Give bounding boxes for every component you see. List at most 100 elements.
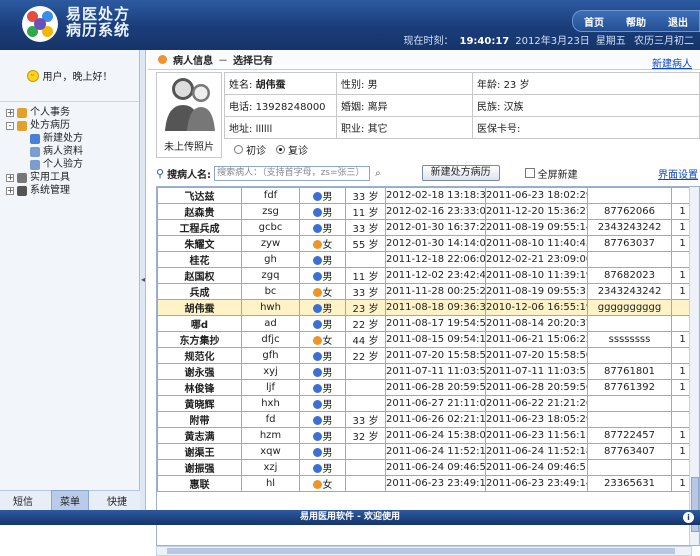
sidebar-tab[interactable]: 菜单 <box>51 490 89 511</box>
sex-text: 男 <box>322 320 333 331</box>
ui-settings-link[interactable]: 界面设置 <box>658 166 700 181</box>
splitter[interactable]: ◂ <box>140 50 146 510</box>
phone-cell: ssssssss <box>587 331 672 348</box>
hscroll-thumb[interactable] <box>167 548 675 554</box>
table-row[interactable]: 兵成 bc 女 33 岁 2011-11-28 00:25:23 2011-08-19 0… <box>157 283 694 300</box>
first-visit-radio[interactable]: 初诊 <box>234 142 266 157</box>
sidebar-item[interactable]: 新建处方 <box>6 132 139 145</box>
table-row[interactable]: 桂花 gh 男 2011-12-18 22:06:03 2012-02-21 23:09… <box>157 251 694 268</box>
table-row[interactable]: 赵森贵 zsg 男 11 岁 2012-02-16 23:33:08 2011-12-20… <box>157 203 694 220</box>
age-cell: 33 岁 <box>345 283 386 300</box>
sex-cell: 女 <box>299 331 346 348</box>
patient-sex: 男 <box>367 80 378 91</box>
table-row[interactable]: 规范化 gfh 男 22 岁 2011-07-20 15:58:50 2011-07-20… <box>157 347 694 364</box>
sex-text: 男 <box>322 352 333 363</box>
collapse-arrow-icon[interactable]: ◂ <box>140 275 146 287</box>
table-row[interactable]: 哪d ad 男 22 岁 2011-08-17 19:54:52 2011-08-14 2… <box>157 315 694 332</box>
sidebar-item[interactable]: - 处方病历 <box>6 119 139 132</box>
expand-icon[interactable]: + <box>6 186 14 195</box>
table-row[interactable]: 惠联 hl 女 2011-06-23 23:49:14 2011-06-23 23:49… <box>157 475 694 492</box>
patient-phone: 13928248000 <box>255 102 326 113</box>
table-row[interactable]: 工程兵成 gcbc 男 33 岁 2012-01-30 16:37:28 2011-08-… <box>157 219 694 236</box>
patient-photo[interactable]: 未上传照片 <box>156 72 222 158</box>
tools-icon <box>17 172 27 183</box>
search-icon[interactable]: ⌕ <box>375 168 381 179</box>
phone-cell <box>587 411 672 428</box>
sidebar-item[interactable]: + 个人事务 <box>6 106 139 119</box>
panel-title: 病人信息 <box>173 56 213 67</box>
fullscreen-label: 全屏新建 <box>537 169 578 181</box>
sex-text: 女 <box>322 336 333 347</box>
sidebar-tab[interactable]: 短信 <box>5 491 41 510</box>
clock-label: 现在时刻： <box>403 36 454 47</box>
male-user-icon <box>312 384 322 393</box>
sex-cell: 男 <box>299 187 346 204</box>
table-row[interactable]: 附带 fd 男 33 岁 2011-06-26 02:21:19 2011-06-23 1… <box>157 411 694 428</box>
pinyin-code-cell: hl <box>241 475 300 492</box>
table-row[interactable]: 东方集抄 dfjc 女 44 岁 2011-08-15 09:54:18 2011-06-… <box>157 331 694 348</box>
patient-name-cell: 东方集抄 <box>157 331 242 348</box>
sidebar-tab[interactable]: 快捷 <box>99 491 135 510</box>
patient-name-cell: 规范化 <box>157 347 242 364</box>
sex-cell: 男 <box>299 299 346 316</box>
table-row[interactable]: 谢永强 xyj 男 2011-07-11 11:03:51 2011-07-11 11:… <box>157 363 694 380</box>
footer: 易用医用软件 - 欢迎使用 i <box>0 510 700 525</box>
updated-time-cell: 2011-06-23 18:05:29 <box>485 411 588 428</box>
search-label: 搜病人名: <box>167 169 212 181</box>
info-icon[interactable]: i <box>683 512 694 523</box>
sidebar-item[interactable]: + 系统管理 <box>6 184 139 197</box>
age-cell <box>345 475 386 492</box>
logout-link[interactable]: 退出 <box>668 14 688 29</box>
patient-name-cell: 桂花 <box>157 251 242 268</box>
sex-cell: 男 <box>299 395 346 412</box>
expand-icon[interactable]: + <box>6 108 14 117</box>
table-row[interactable]: 谢渠王 xqw 男 2011-06-24 11:52:18 2011-06-24 11:… <box>157 443 694 460</box>
clock-bar: 现在时刻： 19:40:17 2012年3月23日 星期五 农历三月初二 <box>0 33 700 50</box>
sex-cell: 男 <box>299 379 346 396</box>
visit-type: 初诊 复诊 <box>234 142 308 157</box>
table-row[interactable]: 林俊锋 ljf 男 2011-06-28 20:59:56 2011-06-28 20:… <box>157 379 694 396</box>
help-link[interactable]: 帮助 <box>626 14 646 29</box>
patient-info: 未上传照片 姓名: 胡伟蚕 性别: 男 年龄: 23 岁 电话: 1392824… <box>156 72 700 158</box>
table-row[interactable]: 黄志满 hzm 男 32 岁 2011-06-24 15:38:07 2011-06-23… <box>157 427 694 444</box>
phone-cell <box>587 251 672 268</box>
age-cell: 32 岁 <box>345 427 386 444</box>
female-user-icon <box>312 240 322 249</box>
nation-label: 民族: <box>477 102 501 113</box>
search-input[interactable]: 搜索病人：（支持首字母，zs=张三） <box>214 165 371 181</box>
table-row[interactable]: 谢振强 xzj 男 2011-06-24 09:46:51 2011-06-24 09:… <box>157 459 694 476</box>
sidebar-item[interactable]: 病人资料 <box>6 145 139 158</box>
male-user-icon <box>312 208 322 217</box>
pinyin-code-cell: xzj <box>241 459 300 476</box>
phone-cell: 87763037 <box>587 235 672 252</box>
patient-name: 胡伟蚕 <box>255 80 286 91</box>
new-prescription-button[interactable]: 新建处方病历 <box>421 165 500 181</box>
pinyin-code-cell: hzm <box>241 427 300 444</box>
expand-icon[interactable]: + <box>6 173 14 182</box>
horizontal-scrollbar[interactable] <box>156 546 692 556</box>
sex-cell: 男 <box>299 347 346 364</box>
table-row[interactable]: 赵国权 zgq 男 11 岁 2011-12-02 23:42:47 2011-08-10… <box>157 267 694 284</box>
vertical-scrollbar[interactable] <box>689 187 699 545</box>
phone-cell: 2343243242 <box>587 283 672 300</box>
pinyin-code-cell: zsg <box>241 203 300 220</box>
created-time-cell: 2011-06-24 11:52:18 <box>385 443 486 460</box>
return-visit-radio[interactable]: 复诊 <box>276 142 308 157</box>
table-row[interactable]: 黄晓辉 hxh 男 2011-06-27 21:11:06 2011-06-22 21:… <box>157 395 694 412</box>
age-cell: 22 岁 <box>345 315 386 332</box>
created-time-cell: 2012-02-16 23:33:08 <box>385 203 486 220</box>
home-link[interactable]: 首页 <box>584 14 604 29</box>
table-row[interactable]: 朱耀文 zyw 女 55 岁 2012-01-30 14:14:09 2011-08-10… <box>157 235 694 252</box>
patient-name-cell: 飞达兹 <box>157 187 242 204</box>
sidebar-item[interactable]: 个人验方 <box>6 158 139 171</box>
table-row[interactable]: 胡伟蚕 hwh 男 23 岁 2011-08-18 09:36:32 2010-12-06… <box>157 299 694 316</box>
table-row[interactable]: 飞达兹 fdf 男 33 岁 2012-02-18 13:18:38 2011-06-23… <box>157 187 694 204</box>
updated-time-cell: 2011-06-23 23:49:14 <box>485 475 588 492</box>
new-patient-link[interactable]: 新建病人 <box>652 55 692 70</box>
fullscreen-checkbox[interactable] <box>524 168 535 178</box>
card-label: 医保卡号: <box>477 124 521 135</box>
patient-name-cell: 附带 <box>157 411 242 428</box>
patient-name-cell: 惠联 <box>157 475 242 492</box>
collapse-icon[interactable]: - <box>6 121 14 130</box>
sidebar-item[interactable]: + 实用工具 <box>6 171 139 184</box>
